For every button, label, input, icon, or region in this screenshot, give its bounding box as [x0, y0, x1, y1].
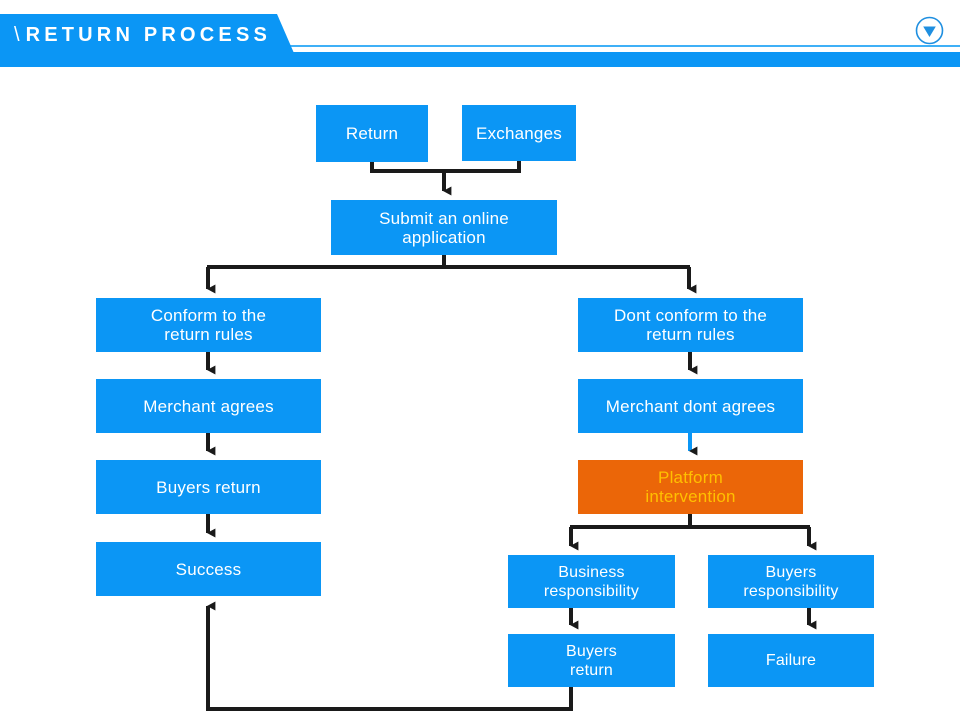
node-submit-application[interactable]: Submit an online application	[331, 200, 557, 255]
node-buyers-return-right-label: Buyers return	[566, 642, 617, 679]
edge-platform-split	[569, 514, 817, 551]
node-platform-intervention-label: Platform intervention	[645, 468, 736, 506]
edge-return-to-submit	[370, 161, 521, 196]
node-exchanges[interactable]: Exchanges	[462, 105, 576, 161]
node-merchant-agrees[interactable]: Merchant agrees	[96, 379, 321, 433]
node-business-responsibility[interactable]: Business responsibility	[508, 555, 675, 608]
node-business-responsibility-label: Business responsibility	[543, 563, 640, 600]
edge-submit-split	[206, 255, 697, 294]
node-submit-application-label: Submit an online application	[379, 208, 509, 247]
node-dont-conform-label: Dont conform to the return rules	[613, 306, 768, 344]
node-dont-conform-to-return-rules[interactable]: Dont conform to the return rules	[578, 298, 803, 352]
node-buyers-return-left-label: Buyers return	[156, 477, 261, 497]
node-buyers-responsibility[interactable]: Buyers responsibility	[708, 555, 874, 608]
node-merchant-dont-agrees-label: Merchant dont agrees	[605, 396, 776, 416]
node-conform-to-return-rules[interactable]: Conform to the return rules	[96, 298, 321, 352]
node-platform-intervention[interactable]: Platform intervention	[578, 460, 803, 514]
node-buyers-return-left[interactable]: Buyers return	[96, 460, 321, 514]
node-exchanges-label: Exchanges	[476, 123, 562, 143]
node-merchant-dont-agrees[interactable]: Merchant dont agrees	[578, 379, 803, 433]
node-merchant-agrees-label: Merchant agrees	[143, 396, 274, 416]
node-buyers-responsibility-label: Buyers responsibility	[743, 563, 839, 600]
node-failure[interactable]: Failure	[708, 634, 874, 687]
node-buyers-return-right[interactable]: Buyers return	[508, 634, 675, 687]
node-conform-label: Conform to the return rules	[150, 306, 267, 344]
node-return[interactable]: Return	[316, 105, 428, 162]
node-return-label: Return	[345, 124, 399, 143]
node-failure-label: Failure	[765, 652, 817, 669]
flowchart: Return Exchanges Submit an online applic…	[0, 0, 960, 725]
node-success[interactable]: Success	[96, 542, 321, 596]
node-success-label: Success	[175, 559, 242, 579]
